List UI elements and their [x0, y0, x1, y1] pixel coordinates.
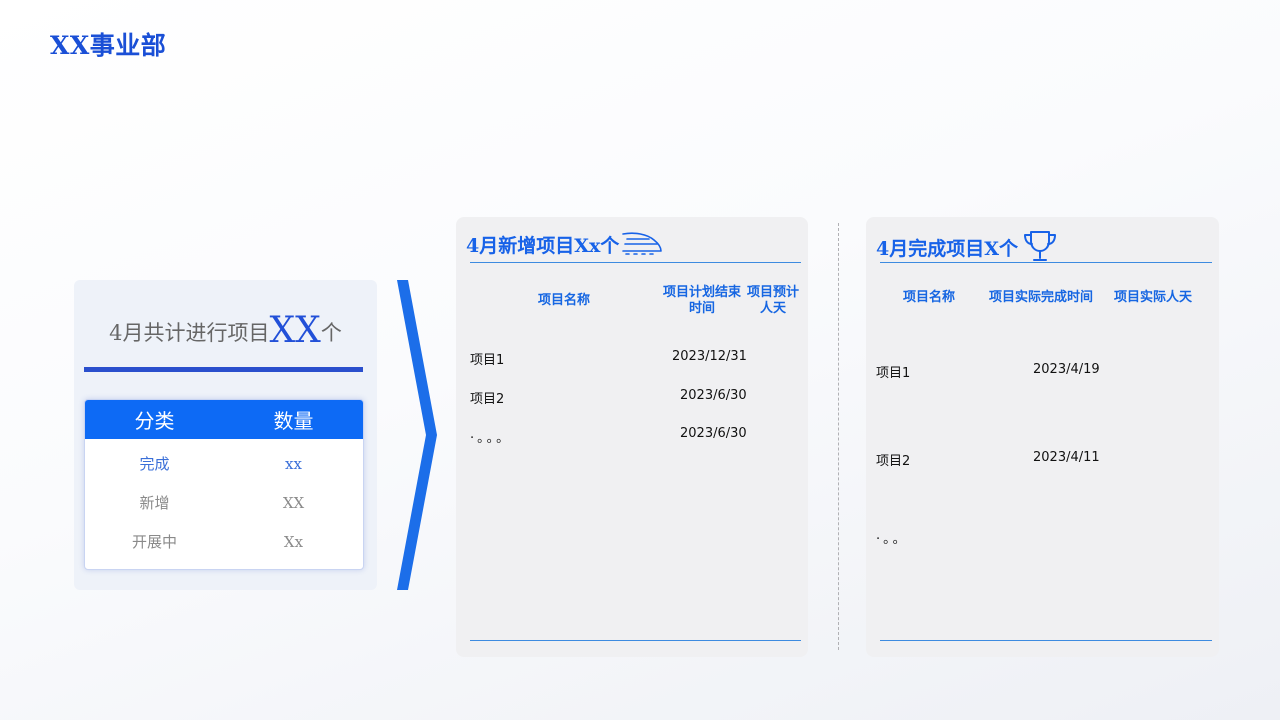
- dashed-divider: [838, 223, 839, 650]
- category-cell: 开展中: [131, 533, 177, 551]
- completed-projects-card: 4月完成项目X个 项目名称 项目实际完成时间 项目实际人天 项目1 2023/4…: [866, 217, 1219, 657]
- summary-title-prefix: 4月共计进行项目: [109, 321, 270, 345]
- category-table-header: 分类 数量: [85, 400, 363, 439]
- project-name-cell: 项目1: [876, 366, 911, 381]
- done-date-cell: 2023/4/11: [1033, 450, 1100, 465]
- count-cell: xx: [285, 454, 302, 473]
- summary-title-suffix: 个: [320, 321, 342, 345]
- project-name-cell: ·。。。: [470, 431, 513, 446]
- column-header-count: 数量: [273, 409, 314, 433]
- project-name-cell: 项目2: [876, 454, 911, 469]
- summary-count: XX: [269, 310, 321, 351]
- count-cell: Xx: [283, 532, 304, 551]
- card-divider: [880, 640, 1212, 641]
- high-speed-train-icon: [622, 232, 663, 255]
- column-header-category: 分类: [134, 409, 175, 433]
- end-date-cell: 2023/6/30: [680, 388, 747, 403]
- table-row: 开展中 Xx: [85, 522, 363, 561]
- done-date-cell: 2023/4/19: [1033, 362, 1100, 377]
- project-name-cell: 项目2: [470, 392, 505, 407]
- column-header-actual-days: 项目实际人天: [1113, 290, 1192, 305]
- summary-divider: [84, 367, 363, 372]
- end-date-cell: 2023/6/30: [680, 426, 747, 441]
- new-projects-card: 4月新增项目Xx个 项目名称 项目计划结束时间 项目预计人天 项目1 2023/…: [456, 217, 808, 657]
- card-divider: [470, 640, 801, 641]
- summary-title: 4月共计进行项目XX个: [74, 310, 377, 351]
- column-header-name: 项目名称: [537, 293, 590, 308]
- category-cell: 新增: [139, 494, 170, 512]
- chevron-right-icon: [397, 280, 437, 590]
- card-divider: [470, 262, 801, 263]
- project-name-cell: 项目1: [470, 353, 505, 368]
- completed-projects-title: 4月完成项目X个: [876, 229, 1060, 265]
- column-header-planned-days: 项目预计人天: [746, 285, 799, 316]
- summary-panel: 4月共计进行项目XX个 分类 数量 完成 xx 新增 XX 开展中 Xx: [74, 280, 377, 590]
- table-row: 新增 XX: [85, 483, 363, 522]
- count-cell: XX: [282, 493, 305, 512]
- card-divider: [880, 262, 1212, 263]
- column-header-end-date: 项目计划结束时间: [662, 285, 741, 316]
- new-projects-title: 4月新增项目Xx个: [466, 229, 663, 259]
- project-name-cell: ·。。: [876, 532, 909, 547]
- column-header-done-date: 项目实际完成时间: [988, 290, 1093, 305]
- category-table: 分类 数量 完成 xx 新增 XX 开展中 Xx: [84, 399, 364, 570]
- department-title: XX事业部: [50, 31, 167, 60]
- end-date-cell: 2023/12/31: [672, 349, 747, 364]
- category-cell: 完成: [139, 455, 170, 473]
- trophy-icon: [1023, 231, 1056, 261]
- table-row: 完成 xx: [85, 444, 363, 483]
- column-header-name: 项目名称: [902, 290, 955, 305]
